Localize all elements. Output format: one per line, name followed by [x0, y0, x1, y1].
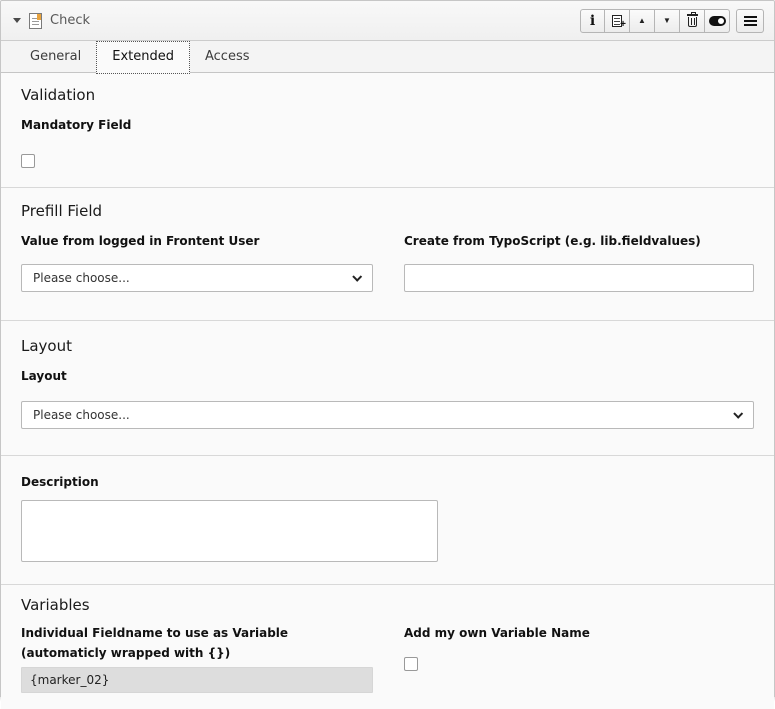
record-type-icon — [29, 13, 42, 29]
typoscript-input[interactable] — [404, 264, 754, 292]
record-header: Check i ▲ ▼ — [1, 1, 774, 41]
info-button[interactable]: i — [580, 9, 605, 33]
record-toolbar: i ▲ ▼ — [580, 9, 764, 33]
tab-extended[interactable]: Extended — [96, 41, 190, 74]
new-record-icon — [612, 15, 622, 27]
mandatory-field-label: Mandatory Field — [21, 115, 754, 135]
collapse-caret-icon[interactable] — [13, 18, 21, 23]
variables-columns: Individual Fieldname to use as Variable(… — [21, 623, 754, 693]
layout-select[interactable]: Please choose... — [21, 401, 754, 429]
delete-button[interactable] — [680, 9, 705, 33]
feuser-value-select[interactable]: Please choose... — [21, 264, 373, 292]
mandatory-field-checkbox[interactable] — [21, 154, 35, 168]
section-layout: Layout Layout Please choose... — [1, 321, 774, 456]
description-textarea[interactable] — [21, 500, 438, 562]
section-validation: Validation Mandatory Field — [1, 73, 774, 188]
page: Check i ▲ ▼ — [0, 0, 775, 704]
layout-selected-option: Please choose... — [33, 408, 130, 422]
variables-right-column: Add my own Variable Name — [404, 623, 754, 693]
fieldname-label: Individual Fieldname to use as Variable(… — [21, 623, 373, 663]
info-icon: i — [590, 14, 595, 28]
validation-heading: Validation — [21, 86, 754, 104]
chevron-down-icon — [733, 409, 743, 419]
feuser-value-selected-option: Please choose... — [33, 271, 130, 285]
trash-icon — [688, 17, 697, 27]
toggle-icon — [709, 16, 726, 26]
typoscript-label: Create from TypoScript (e.g. lib.fieldva… — [404, 231, 754, 251]
prefill-left-column: Value from logged in Frontent User Pleas… — [21, 231, 373, 292]
tab-general[interactable]: General — [15, 42, 96, 72]
toggle-visibility-button[interactable] — [705, 9, 730, 33]
prefill-right-column: Create from TypoScript (e.g. lib.fieldva… — [404, 231, 754, 292]
menu-icon — [744, 16, 757, 26]
fieldname-readonly-input[interactable] — [21, 667, 373, 693]
variables-heading: Variables — [21, 596, 754, 614]
prefill-columns: Value from logged in Frontent User Pleas… — [21, 231, 754, 292]
description-label: Description — [21, 472, 754, 492]
move-down-button[interactable]: ▼ — [655, 9, 680, 33]
tabbar: General Extended Access — [1, 41, 774, 73]
chevron-down-icon — [352, 272, 362, 282]
own-variable-checkbox[interactable] — [404, 657, 418, 671]
move-up-button[interactable]: ▲ — [630, 9, 655, 33]
tab-access[interactable]: Access — [190, 42, 265, 72]
tab-content: Validation Mandatory Field Prefill Field… — [1, 73, 774, 709]
layout-heading: Layout — [21, 337, 754, 355]
inline-record-panel: Check i ▲ ▼ — [0, 0, 775, 697]
arrow-down-icon: ▼ — [663, 17, 671, 25]
section-variables: Variables Individual Fieldname to use as… — [1, 585, 774, 709]
section-description: Description — [1, 456, 774, 585]
prefill-heading: Prefill Field — [21, 202, 754, 220]
record-title: Check — [50, 13, 90, 28]
toolbar-button-group: i ▲ ▼ — [580, 9, 730, 33]
section-prefill-field: Prefill Field Value from logged in Front… — [1, 188, 774, 321]
variables-left-column: Individual Fieldname to use as Variable(… — [21, 623, 373, 693]
feuser-value-label: Value from logged in Frontent User — [21, 231, 373, 251]
layout-label: Layout — [21, 366, 754, 386]
new-record-button[interactable] — [605, 9, 630, 33]
drag-handle-button[interactable] — [736, 9, 764, 33]
arrow-up-icon: ▲ — [638, 17, 646, 25]
own-variable-label: Add my own Variable Name — [404, 623, 754, 643]
